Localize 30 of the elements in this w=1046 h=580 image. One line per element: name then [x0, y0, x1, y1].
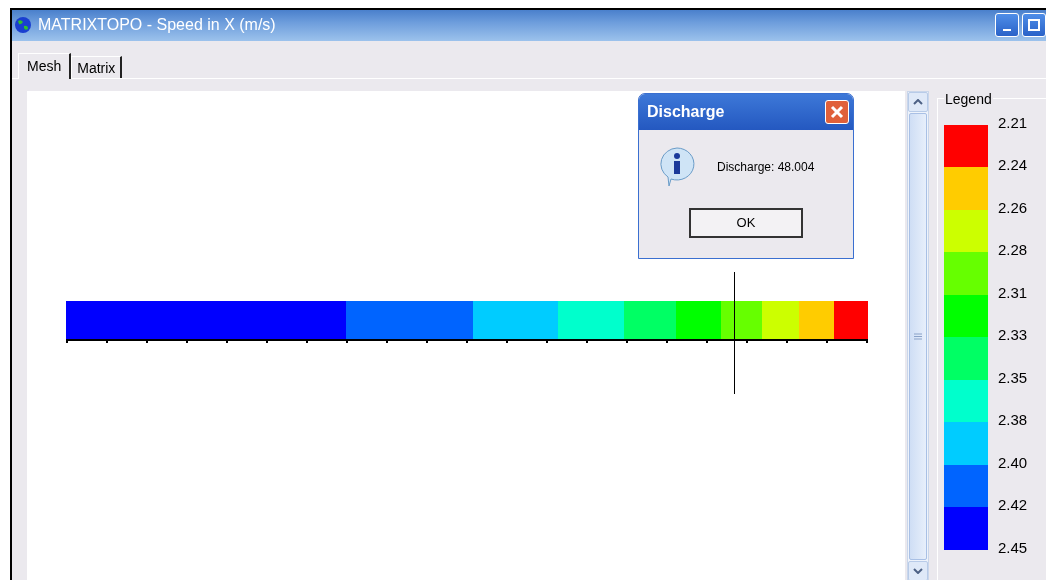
legend-label: 2.40 [998, 454, 1028, 473]
scroll-up-icon[interactable] [908, 91, 928, 112]
info-icon [657, 145, 697, 188]
dialog-message: Discharge: 48.004 [717, 159, 815, 174]
legend-title: Legend [944, 90, 993, 107]
scrollbar[interactable] [907, 90, 929, 580]
legend-label: 2.24 [998, 157, 1028, 175]
legend-label: 2.28 [998, 242, 1028, 260]
tab[interactable]: Mesh [18, 52, 72, 79]
minimize-button[interactable] [995, 13, 1019, 38]
legend-label: 2.26 [998, 199, 1028, 218]
legend-label: 2.31 [998, 284, 1028, 303]
tab[interactable]: Matrix [71, 55, 123, 78]
window-title: MATRIXTOPO - Speed in X (m/s) [38, 16, 276, 35]
maximize-icon [1028, 19, 1040, 32]
legend-label: 2.35 [998, 369, 1028, 388]
legend-label: 2.42 [998, 497, 1028, 515]
legend-label: 2.45 [998, 539, 1028, 558]
close-icon [830, 104, 844, 119]
close-button[interactable] [825, 99, 849, 124]
legend-label: 2.21 [998, 114, 1028, 133]
minimize-icon [1003, 29, 1011, 32]
dialog-title: Discharge [647, 102, 725, 121]
maximize-button[interactable] [1022, 13, 1046, 38]
scroll-down-icon[interactable] [908, 561, 928, 580]
ok-button[interactable]: OK [689, 207, 803, 238]
legend-label: 2.33 [998, 327, 1028, 345]
globe-icon [14, 16, 32, 35]
legend-label: 2.38 [998, 412, 1028, 430]
scroll-thumb[interactable] [909, 112, 927, 560]
